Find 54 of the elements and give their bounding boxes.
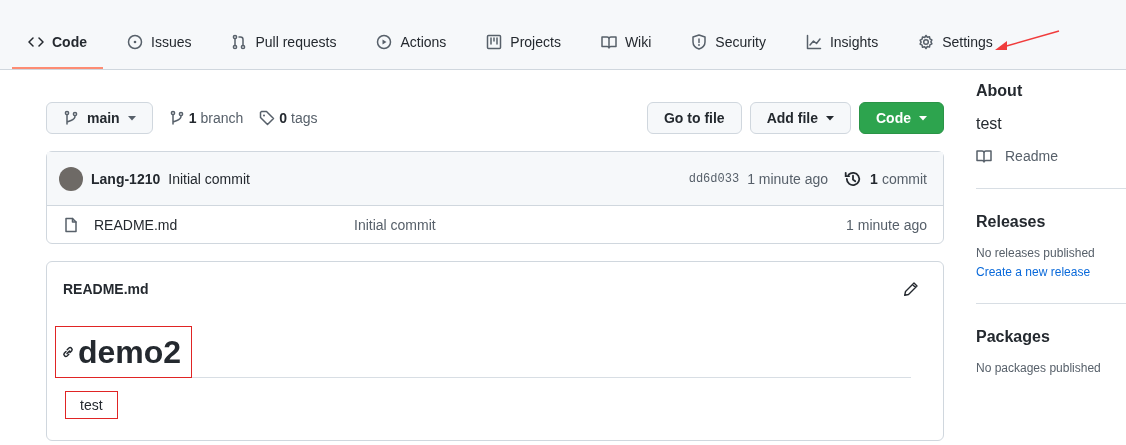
readme-link[interactable]: Readme: [1005, 148, 1058, 164]
tab[interactable]: Settings: [902, 31, 1009, 69]
tab[interactable]: Insights: [789, 31, 895, 69]
releases-note: No releases published: [976, 246, 1096, 260]
commit-sha[interactable]: dd6d033: [688, 171, 740, 186]
book-icon: [600, 34, 617, 50]
commit-time: 1 minute ago: [747, 170, 829, 187]
tab[interactable]: Pull requests: [215, 31, 353, 69]
sidebar-heading: Packages: [976, 328, 1051, 346]
tab[interactable]: Projects: [470, 31, 577, 69]
sidebar-heading: Releases: [976, 213, 1047, 231]
pencil-icon[interactable]: [903, 281, 919, 297]
book-icon: [976, 148, 992, 164]
toolbar-button[interactable]: Add file: [749, 102, 851, 134]
tags-link[interactable]: 0 tags: [279, 110, 318, 126]
tab[interactable]: Wiki: [584, 31, 668, 69]
branch-button[interactable]: main: [46, 102, 153, 134]
graph-icon: [805, 34, 822, 50]
create-release-link[interactable]: Create a new release: [976, 265, 1126, 279]
play-icon: [376, 34, 393, 50]
readme-title: README.md: [63, 281, 149, 297]
caret-icon: [826, 115, 834, 121]
code-icon: [28, 34, 44, 50]
commit-message[interactable]: Initial commit: [168, 170, 250, 187]
file-icon: [63, 216, 79, 233]
commit-author[interactable]: Lang-1210: [91, 170, 161, 187]
heading-text: demo2: [78, 335, 182, 369]
toolbar-button[interactable]: Go to file: [647, 102, 742, 134]
branch-icon: [168, 110, 185, 126]
file-commit-message[interactable]: Initial commit: [354, 216, 847, 233]
tab[interactable]: Code: [12, 31, 103, 69]
tag-icon: [259, 110, 276, 126]
shield-icon: [691, 34, 708, 50]
sidebar-heading: About: [976, 82, 1024, 100]
readme-text: test: [65, 391, 118, 419]
pull-request-icon: [231, 34, 248, 50]
packages-note: No packages published: [976, 361, 1102, 375]
board-icon: [486, 34, 503, 50]
file-name[interactable]: README.md: [94, 216, 354, 233]
branches-link[interactable]: 1 branch: [188, 110, 244, 126]
settings-icon: [918, 34, 935, 50]
link-icon: [60, 344, 76, 360]
avatar: [59, 166, 83, 191]
tab[interactable]: Security: [675, 31, 782, 69]
caret-icon: [127, 115, 136, 121]
tab[interactable]: Actions: [360, 31, 463, 69]
commits-link[interactable]: 1 commit: [870, 170, 927, 187]
caret-icon: [919, 115, 927, 121]
branch-icon: [63, 110, 79, 126]
file-time: 1 minute ago: [846, 216, 927, 233]
history-icon: [844, 169, 863, 188]
tab[interactable]: Issues: [111, 31, 208, 69]
repo-description: test: [976, 115, 1003, 133]
issue-icon: [127, 34, 143, 50]
